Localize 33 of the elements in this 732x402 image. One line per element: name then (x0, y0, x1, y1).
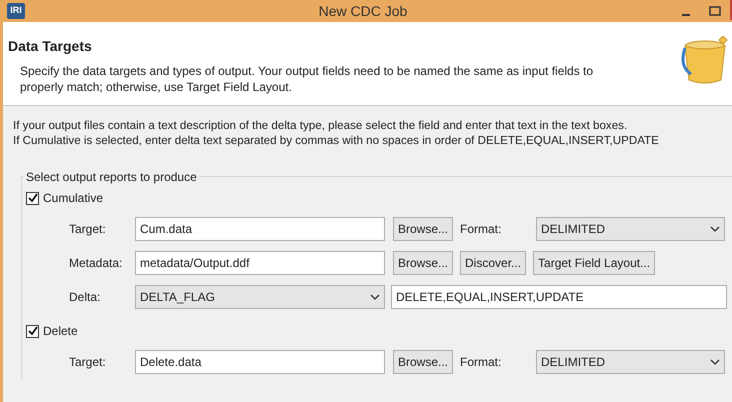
checkbox-label[interactable]: Cumulative (43, 189, 104, 207)
field-label: Target: (69, 354, 107, 371)
dropdown[interactable]: DELTA_FLAG (135, 285, 385, 309)
minimize-icon (682, 14, 690, 16)
checkbox[interactable] (26, 192, 39, 204)
chevron-icon (710, 359, 720, 365)
text-field[interactable]: Delete.data (135, 350, 385, 374)
text-field[interactable]: metadata/Output.ddf (135, 251, 385, 275)
text-field[interactable]: DELETE,EQUAL,INSERT,UPDATE (391, 285, 727, 309)
info-text: If Cumulative is selected, enter delta text separated by commas with no spaces in order of DELETE,EQUAL,INSERT,UPDATE (13, 133, 660, 148)
field-label: Delta: (69, 289, 102, 306)
browse-button[interactable]: Browse... (393, 251, 454, 275)
dropdown[interactable]: DELIMITED (536, 350, 726, 374)
field-label: Format: (460, 354, 502, 371)
dropdown[interactable]: DELIMITED (536, 217, 726, 241)
browse-button[interactable]: Browse... (393, 350, 454, 374)
chevron-icon (710, 226, 720, 232)
checkbox[interactable] (26, 324, 39, 338)
text-field[interactable]: Cum.data (135, 217, 385, 241)
maximize-icon (709, 6, 721, 16)
discover-button[interactable]: Discover... (460, 251, 526, 275)
header-title: Data Targets (8, 37, 93, 56)
browse-button[interactable]: Browse... (393, 217, 454, 241)
info-text: If your output files contain a text description of the delta type, please select the field and enter that text in the text boxes. (13, 118, 628, 133)
field-label: Target: (69, 221, 107, 238)
window-title: New CDC Job (318, 2, 408, 20)
app-logo: IRI (7, 3, 25, 19)
chevron-icon (370, 294, 380, 300)
field-label: Metadata: (69, 255, 124, 272)
header-description: Specify the data targets and types of output. Your output fields need to be named the same as input fields to properly match; otherwise, use Target Field Layout. (20, 63, 594, 95)
checkbox-label[interactable]: Delete (43, 322, 78, 340)
field-label: Format: (460, 221, 502, 238)
layout-button[interactable]: Target Field Layout... (533, 251, 656, 275)
